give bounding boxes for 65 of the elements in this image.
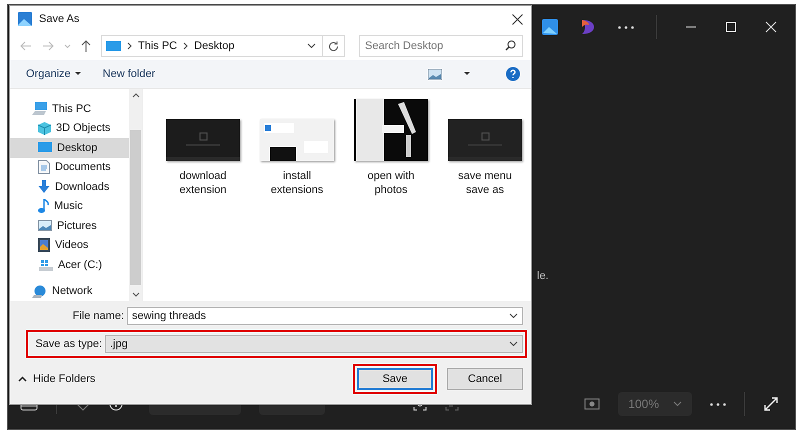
picture-icon [38, 220, 52, 232]
photo-icon [18, 12, 32, 26]
monitor-icon [106, 40, 121, 52]
chevron-icon [509, 313, 518, 319]
message-text: le. [537, 270, 549, 282]
chevron-right-icon [183, 42, 188, 50]
chevron-icon [673, 401, 682, 407]
file-type-dropdown[interactable]: .jpg [105, 335, 523, 353]
network-icon [32, 284, 47, 298]
file-name-field[interactable]: sewing threads [127, 307, 523, 325]
sidebar-item[interactable]: Network [10, 282, 129, 301]
up-arrow-icon[interactable] [81, 40, 91, 52]
file-name[interactable]: download extension [163, 169, 243, 197]
drive-icon [38, 258, 53, 271]
sidebar-item[interactable]: Music [10, 196, 129, 216]
app-logo-icon[interactable] [580, 19, 596, 35]
sidebar-item[interactable]: Acer (C:) [10, 255, 129, 274]
sidebar-item[interactable]: Pictures [10, 216, 129, 236]
search-icon [505, 40, 516, 51]
caret-icon [74, 72, 81, 76]
caret-up-icon [18, 376, 27, 382]
refresh-icon [328, 40, 339, 52]
sidebar-item[interactable]: Downloads [10, 177, 129, 196]
new-folder-button[interactable]: New folder [102, 68, 156, 80]
help-icon[interactable] [506, 67, 520, 81]
hide-folders-button[interactable]: Hide Folders [18, 373, 96, 385]
chevron-right-icon [127, 42, 132, 50]
scroll-down-icon[interactable] [132, 292, 140, 297]
monitor-icon [38, 142, 52, 154]
close-icon[interactable] [512, 14, 523, 24]
film-icon [38, 238, 50, 252]
expand-icon[interactable] [763, 396, 779, 412]
sidebar-item[interactable]: Desktop [10, 138, 129, 158]
file-name[interactable]: install extensions [257, 169, 337, 197]
download-icon [38, 180, 50, 194]
sidebar-item[interactable]: Documents [10, 158, 129, 177]
computer-icon [32, 102, 47, 116]
window-title: Save As [39, 13, 80, 25]
save-button[interactable]: Save [353, 364, 437, 394]
sidebar-item[interactable]: This PC [10, 99, 129, 118]
music-note-icon [38, 199, 49, 214]
sidebar-item[interactable]: 3D Objects [10, 118, 129, 138]
document-icon [38, 160, 50, 174]
organize-menu[interactable]: Organize [26, 68, 81, 80]
chevron-icon [509, 341, 518, 347]
file-name[interactable]: open with photos [351, 169, 431, 197]
scroll-up-icon[interactable] [132, 93, 140, 98]
file-name[interactable]: save menu save as [445, 169, 525, 197]
fit-icon[interactable] [584, 398, 600, 410]
caret-icon[interactable] [464, 72, 470, 76]
breadcrumb-item[interactable]: Desktop [194, 40, 234, 52]
field-label: File name: [72, 310, 124, 322]
cancel-button[interactable]: Cancel [447, 368, 523, 390]
search-field[interactable]: Search Desktop [359, 35, 523, 57]
scrollbar[interactable] [129, 89, 142, 301]
more-icon[interactable] [710, 402, 726, 406]
maximize-icon[interactable] [725, 21, 737, 33]
sidebar-item[interactable]: Videos [10, 236, 129, 255]
field-label: Save as type: [34, 338, 102, 350]
cube-icon [38, 122, 51, 135]
breadcrumb-item[interactable]: This PC [138, 40, 178, 52]
address-bar[interactable]: This PC Desktop [101, 35, 345, 57]
view-icon[interactable] [428, 68, 442, 80]
chevron-icon[interactable] [307, 43, 316, 49]
more-icon[interactable] [618, 26, 634, 28]
